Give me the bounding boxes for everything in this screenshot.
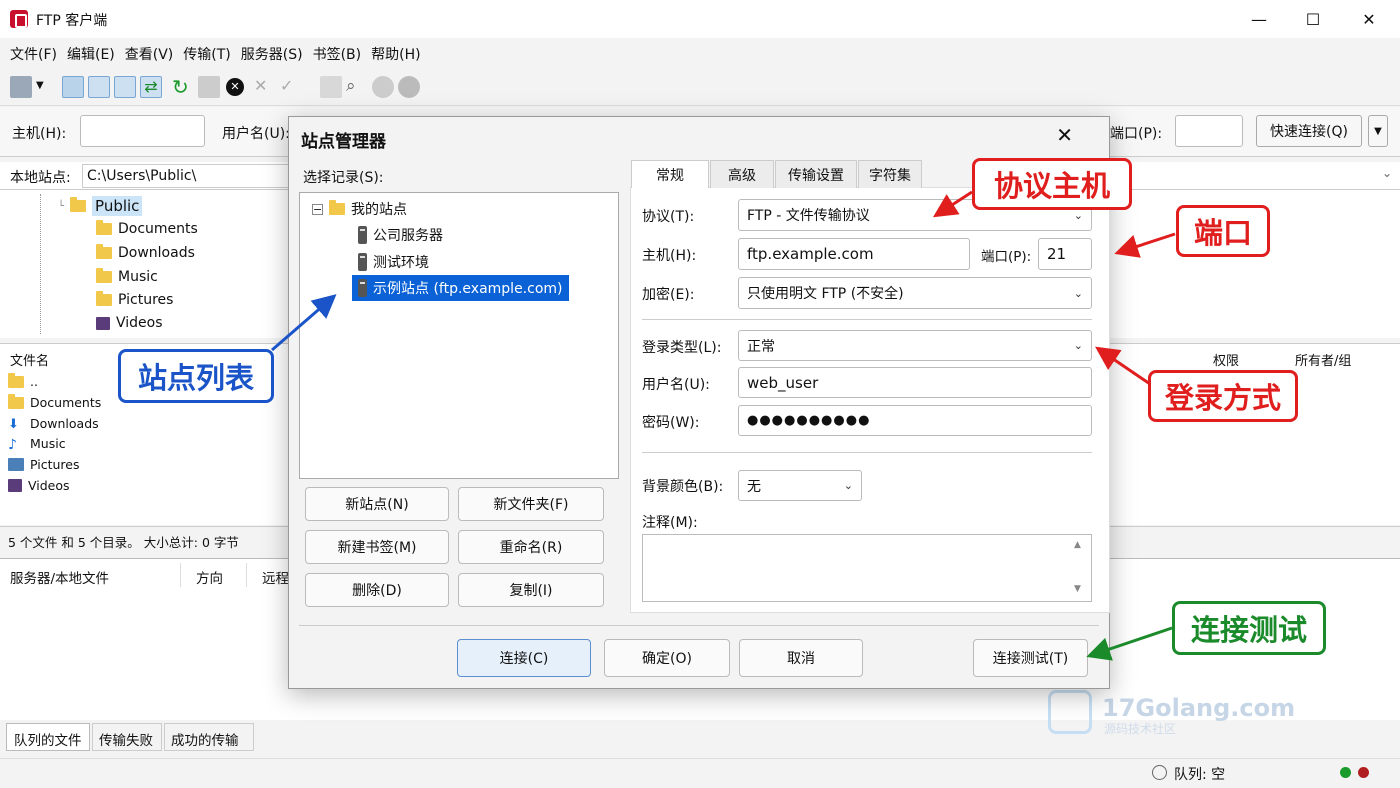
callout-test: 连接测试 xyxy=(1172,601,1326,655)
callout-protocol-host: 协议主机 xyxy=(972,158,1132,210)
callout-login: 登录方式 xyxy=(1148,370,1298,422)
arrow-site-list xyxy=(271,294,337,352)
callout-port: 端口 xyxy=(1176,205,1270,257)
arrow-protocol xyxy=(932,190,973,218)
callout-site-list: 站点列表 xyxy=(118,349,274,403)
arrow-test xyxy=(1086,626,1173,661)
arrow-port xyxy=(1114,232,1176,258)
arrow-login xyxy=(1095,346,1151,386)
